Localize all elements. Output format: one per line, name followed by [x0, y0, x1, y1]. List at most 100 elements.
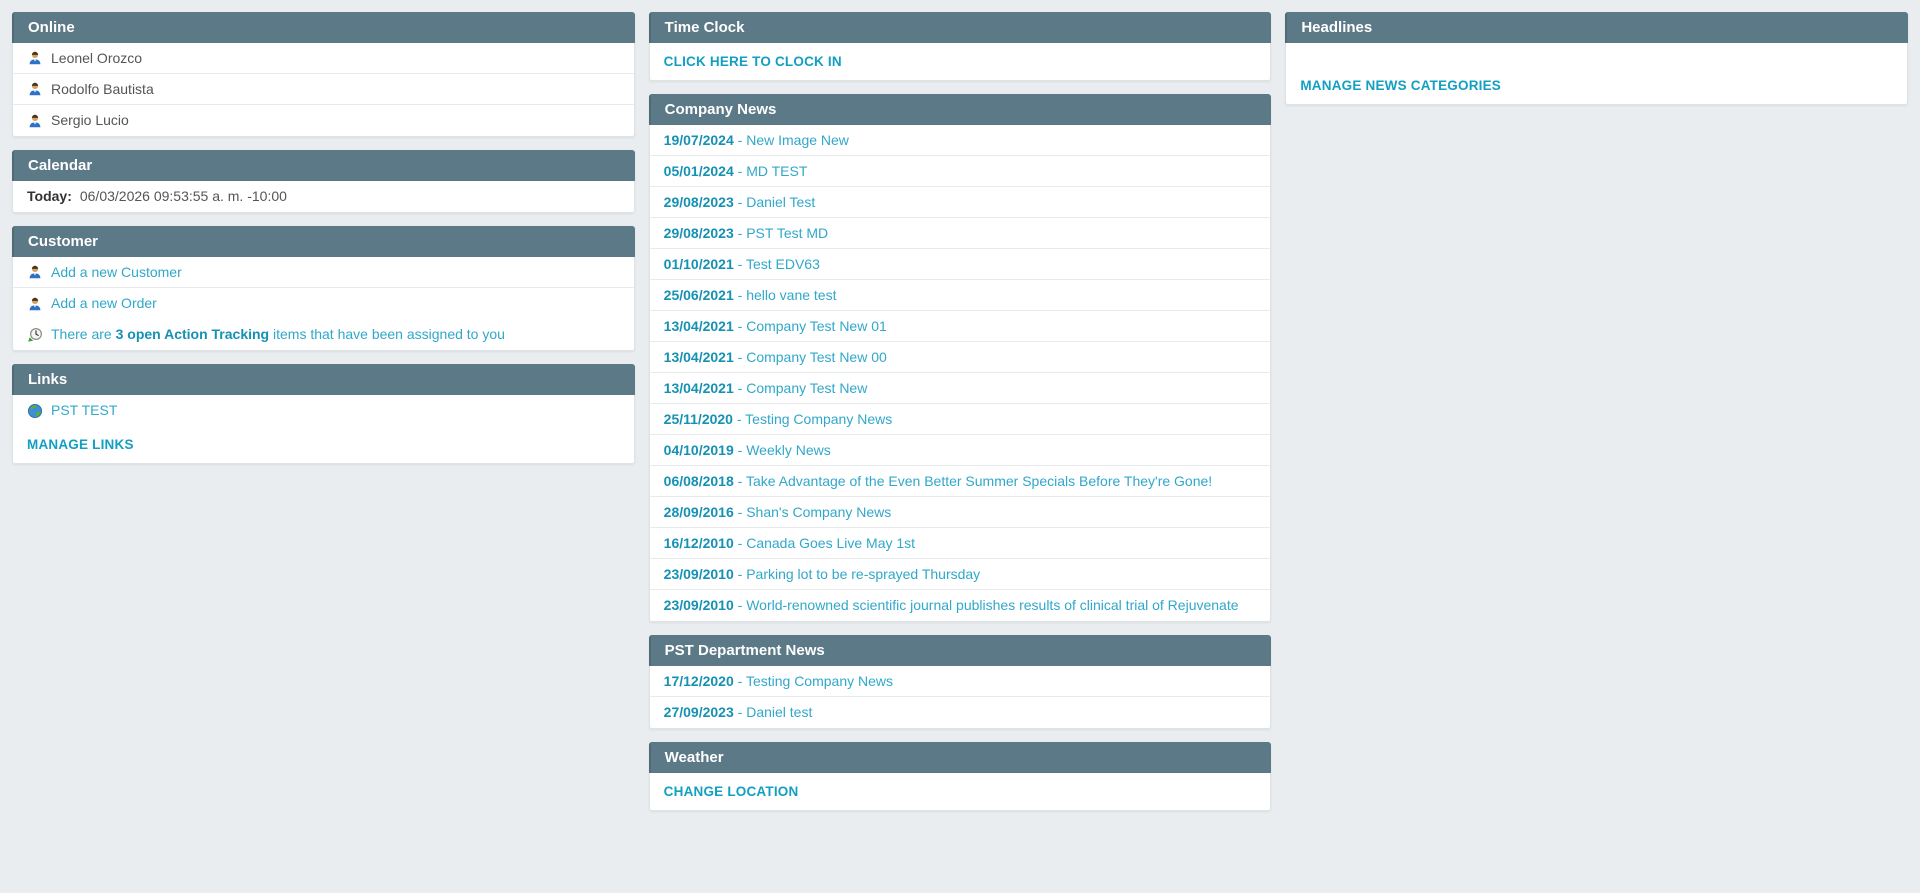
news-item-date: 06/08/2018 [663, 472, 734, 489]
news-item-title: Take Advantage of the Even Better Summer… [745, 472, 1213, 489]
links-panel: Links PST TEST MANAGE LINKS [12, 364, 635, 464]
news-item-title: Shan's Company News [746, 503, 892, 520]
news-item-separator: - [733, 565, 747, 582]
news-item-link[interactable]: 01/10/2021 - Test EDV63 [664, 255, 820, 273]
news-item-row: 29/08/2023 - PST Test MD [649, 218, 1271, 249]
links-list: PST TEST [13, 395, 634, 426]
manage-news-categories-row: MANAGE NEWS CATEGORIES [1286, 67, 1907, 104]
news-item-link[interactable]: 25/06/2021 - hello vane test [664, 286, 837, 304]
pst-department-news-panel-title: PST Department News [664, 642, 825, 659]
news-item-separator: - [733, 317, 747, 334]
news-item-row: 04/10/2019 - Weekly News [649, 435, 1271, 466]
news-item-date: 04/10/2019 [663, 441, 734, 458]
news-item-separator: - [733, 379, 747, 396]
weather-panel: Weather CHANGE LOCATION [648, 742, 1272, 811]
clock-in-button[interactable]: CLICK HERE TO CLOCK IN [664, 53, 842, 71]
company-news-panel-body: 19/07/2024 - New Image New 05/01/2024 - … [648, 125, 1272, 622]
news-item-link[interactable]: 25/11/2020 - Testing Company News [664, 410, 893, 428]
news-item-link[interactable]: 23/09/2010 - Parking lot to be re-spraye… [664, 565, 981, 583]
action-tracking-link[interactable]: There are 3 open Action Tracking items t… [51, 325, 505, 343]
action-tracking-text-post: items that have been assigned to you [269, 326, 505, 343]
news-item-link[interactable]: 13/04/2021 - Company Test New [664, 379, 868, 397]
news-item-separator: - [733, 503, 747, 520]
news-item-link[interactable]: 19/07/2024 - New Image New [664, 131, 849, 149]
calendar-today-row: Today: 06/03/2026 09:53:55 a. m. -10:00 [13, 181, 634, 212]
news-item-row: 17/12/2020 - Testing Company News [649, 666, 1271, 697]
globe-icon [27, 403, 43, 419]
customer-panel-header: Customer [12, 226, 635, 257]
action-tracking-text-pre: There are [51, 326, 116, 343]
news-item-title: Company Test New 00 [746, 348, 887, 365]
manage-links-button[interactable]: MANAGE LINKS [27, 436, 134, 454]
change-location-row: CHANGE LOCATION [650, 773, 1271, 810]
news-item-title: World-renowned scientific journal publis… [746, 597, 1239, 614]
news-item-date: 25/11/2020 [663, 410, 733, 427]
news-item-link[interactable]: 04/10/2019 - Weekly News [664, 441, 831, 459]
news-item-title: Weekly News [746, 441, 831, 458]
news-item-link[interactable]: 17/12/2020 - Testing Company News [664, 672, 893, 690]
online-panel-header: Online [12, 12, 635, 43]
news-item-separator: - [733, 472, 746, 489]
news-item-link[interactable]: 13/04/2021 - Company Test New 01 [664, 317, 887, 335]
headlines-panel-title: Headlines [1301, 19, 1373, 36]
customer-link-row: Add a new Customer [13, 257, 634, 288]
news-item-separator: - [733, 193, 747, 210]
change-location-button[interactable]: CHANGE LOCATION [664, 783, 799, 801]
news-item-separator: - [733, 672, 746, 689]
customer-action-link[interactable]: Add a new Order [51, 294, 157, 312]
news-item-separator: - [732, 410, 746, 427]
link-row: PST TEST [13, 395, 634, 426]
calendar-panel-title: Calendar [28, 157, 93, 174]
news-item-date: 25/06/2021 [663, 286, 734, 303]
news-item-link[interactable]: 16/12/2010 - Canada Goes Live May 1st [664, 534, 915, 552]
news-item-link[interactable]: 29/08/2023 - Daniel Test [664, 193, 816, 211]
pst-department-news-panel-body: 17/12/2020 - Testing Company News 27/09/… [648, 666, 1272, 729]
user-icon [27, 81, 43, 97]
news-item-link[interactable]: 29/08/2023 - PST Test MD [664, 224, 828, 242]
user-icon [27, 296, 43, 312]
news-item-title: Company Test New [746, 379, 868, 396]
online-user-name: Rodolfo Bautista [51, 80, 154, 97]
calendar-panel-header: Calendar [12, 150, 635, 181]
time-clock-panel-title: Time Clock [664, 19, 745, 36]
news-item-row: 16/12/2010 - Canada Goes Live May 1st [649, 528, 1271, 559]
online-user-row: Leonel Orozco [13, 43, 634, 74]
news-item-separator: - [733, 255, 746, 272]
news-item-row: 01/10/2021 - Test EDV63 [649, 249, 1271, 280]
news-item-row: 25/11/2020 - Testing Company News [649, 404, 1271, 435]
headlines-panel: Headlines MANAGE NEWS CATEGORIES [1285, 12, 1909, 105]
news-item-date: 19/07/2024 [663, 131, 734, 148]
headlines-panel-header: Headlines [1285, 12, 1909, 43]
news-item-link[interactable]: 06/08/2018 - Take Advantage of the Even … [664, 472, 1213, 490]
news-item-row: 27/09/2023 - Daniel test [650, 697, 1271, 728]
customer-panel-body: Add a new Customer Add a new Order There… [12, 257, 635, 351]
pst-department-news-list: 17/12/2020 - Testing Company News 27/09/… [649, 666, 1271, 728]
today-datetime: 06/03/2026 09:53:55 a. m. -10:00 [79, 188, 287, 205]
news-item-title: Test EDV63 [745, 255, 820, 272]
company-news-list: 19/07/2024 - New Image New 05/01/2024 - … [649, 125, 1271, 621]
news-item-link[interactable]: 28/09/2016 - Shan's Company News [664, 503, 892, 521]
online-panel-body: Leonel Orozco Rodolfo Bautista Sergio Lu… [12, 43, 635, 137]
customer-action-link[interactable]: Add a new Customer [51, 263, 182, 281]
weather-panel-header: Weather [648, 742, 1272, 773]
news-item-date: 13/04/2021 [663, 317, 734, 334]
action-tracking-count: 3 open Action Tracking [115, 326, 270, 343]
news-item-title: hello vane test [746, 286, 837, 303]
company-news-panel: Company News 19/07/2024 - New Image New … [648, 94, 1272, 622]
customer-panel: Customer Add a new Customer Add a new Or… [12, 226, 635, 351]
news-item-link[interactable]: 23/09/2010 - World-renowned scientific j… [664, 596, 1239, 614]
news-item-row: 05/01/2024 - MD TEST [649, 156, 1271, 187]
news-item-link[interactable]: 27/09/2023 - Daniel test [664, 703, 813, 721]
action-tracking-row: There are 3 open Action Tracking items t… [13, 319, 634, 350]
news-item-separator: - [733, 348, 747, 365]
news-item-row: 25/06/2021 - hello vane test [649, 280, 1271, 311]
user-icon [27, 113, 43, 129]
news-item-link[interactable]: 13/04/2021 - Company Test New 00 [664, 348, 887, 366]
manage-news-categories-button[interactable]: MANAGE NEWS CATEGORIES [1300, 77, 1501, 95]
custom-link[interactable]: PST TEST [51, 401, 117, 419]
news-item-link[interactable]: 05/01/2024 - MD TEST [664, 162, 808, 180]
news-item-row: 23/09/2010 - Parking lot to be re-spraye… [649, 559, 1271, 590]
news-item-title: MD TEST [746, 162, 808, 179]
left-column: Online Leonel Orozco Rodolfo Bautista Se… [12, 12, 635, 477]
manage-links-row: MANAGE LINKS [13, 426, 634, 463]
